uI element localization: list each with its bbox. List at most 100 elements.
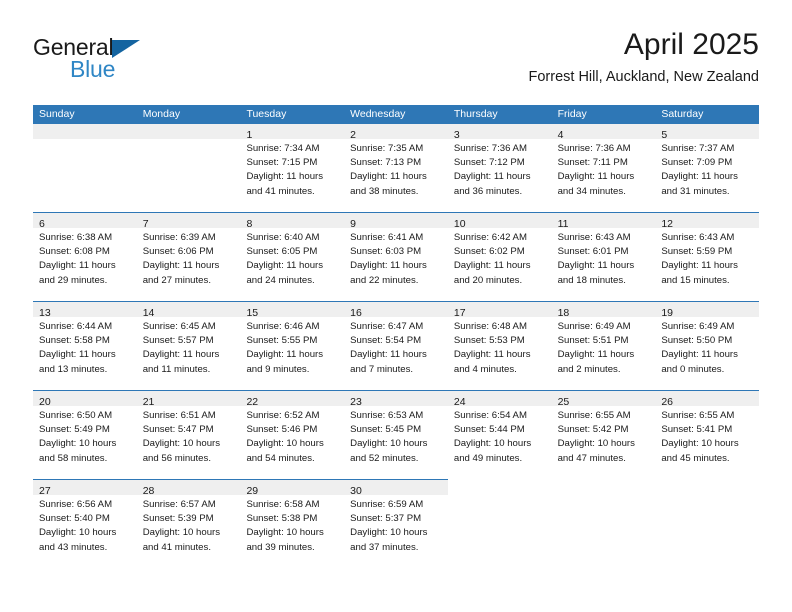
general-blue-logo[interactable]: General Blue [33, 34, 243, 90]
calendar-day-cell[interactable]: 22 Sunrise: 6:52 AM Sunset: 5:46 PM Dayligh… [240, 391, 345, 479]
calendar-week-row: 13 Sunrise: 6:44 AM Sunset: 5:58 PM Dayligh… [33, 301, 760, 390]
calendar-day-cell[interactable]: 3 Sunrise: 7:36 AM Sunset: 7:12 PM Daylight… [447, 124, 552, 212]
calendar-day-cell[interactable]: 18 Sunrise: 6:49 AM Sunset: 5:51 PM Dayligh… [551, 302, 656, 390]
sunrise-text: Sunrise: 6:44 AM [39, 321, 113, 332]
daylight-text-hours: Daylight: 10 hours [246, 527, 324, 539]
day-number-band: 19 [655, 302, 760, 319]
calendar-day-cell[interactable]: 1 Sunrise: 7:34 AM Sunset: 7:15 PM Daylight… [240, 124, 345, 212]
daylight-text-minutes: and 34 minutes. [557, 185, 626, 197]
calendar-day-cell[interactable]: 23 Sunrise: 6:53 AM Sunset: 5:45 PM Dayligh… [344, 391, 448, 479]
daylight-text-minutes: and 45 minutes. [661, 452, 730, 464]
sunset-text: Sunset: 5:58 PM [39, 335, 110, 347]
calendar-day-cell[interactable]: 28 Sunrise: 6:57 AM Sunset: 5:39 PM Dayligh… [136, 480, 241, 568]
daylight-text-minutes: and 31 minutes. [661, 185, 730, 197]
calendar-day-cell[interactable]: 10 Sunrise: 6:42 AM Sunset: 6:02 PM Dayligh… [447, 213, 552, 301]
calendar-day-cell[interactable]: 24 Sunrise: 6:54 AM Sunset: 5:44 PM Dayligh… [447, 391, 552, 479]
calendar-day-cell[interactable]: 27 Sunrise: 6:56 AM Sunset: 5:40 PM Dayligh… [33, 480, 137, 568]
calendar-day-cell[interactable]: 8 Sunrise: 6:40 AM Sunset: 6:05 PM Daylight… [240, 213, 345, 301]
sunrise-text: Sunrise: 6:55 AM [661, 410, 735, 421]
daylight-text-hours: Daylight: 11 hours [453, 171, 531, 183]
day-number-band: 12 [655, 213, 760, 230]
daylight-text-hours: Daylight: 11 hours [246, 349, 324, 361]
sunset-text: Sunset: 5:44 PM [453, 424, 525, 436]
sunrise-text: Sunrise: 6:43 AM [661, 232, 735, 243]
sunset-text: Sunset: 5:53 PM [453, 335, 525, 347]
day-number: 9 [350, 218, 356, 230]
calendar-day-cell[interactable]: 29 Sunrise: 6:58 AM Sunset: 5:38 PM Dayligh… [240, 480, 345, 568]
sunset-text: Sunset: 5:37 PM [350, 513, 422, 525]
calendar-day-cell[interactable]: 5 Sunrise: 7:37 AM Sunset: 7:09 PM Daylight… [655, 124, 760, 212]
calendar-day-cell[interactable]: 21 Sunrise: 6:51 AM Sunset: 5:47 PM Dayligh… [136, 391, 241, 479]
calendar-day-cell[interactable]: 6 Sunrise: 6:38 AM Sunset: 6:08 PM Daylight… [33, 213, 137, 301]
calendar-day-cell[interactable]: 25 Sunrise: 6:55 AM Sunset: 5:42 PM Dayligh… [551, 391, 656, 479]
sunrise-text: Sunrise: 7:36 AM [557, 143, 631, 154]
daylight-text-minutes: and 49 minutes. [453, 452, 523, 464]
sunrise-text: Sunrise: 6:43 AM [557, 232, 631, 243]
calendar-day-cell[interactable]: 13 Sunrise: 6:44 AM Sunset: 5:58 PM Dayligh… [33, 302, 137, 390]
sunrise-text: Sunrise: 6:42 AM [453, 232, 527, 243]
day-number-band: 10 [447, 213, 552, 230]
daylight-text-hours: Daylight: 11 hours [246, 171, 324, 183]
calendar-day-cell-empty [551, 478, 656, 568]
sunset-text: Sunset: 6:05 PM [246, 246, 318, 258]
calendar-day-cell[interactable]: 14 Sunrise: 6:45 AM Sunset: 5:57 PM Dayligh… [136, 302, 241, 390]
calendar-page: General Blue April 2025 Forrest Hill, Au… [0, 0, 792, 612]
sunset-text: Sunset: 5:47 PM [142, 424, 214, 436]
sunrise-text: Sunrise: 7:36 AM [453, 143, 527, 154]
day-number-band: 25 [551, 391, 656, 408]
day-number-band: 6 [33, 213, 137, 230]
calendar-day-cell[interactable]: 16 Sunrise: 6:47 AM Sunset: 5:54 PM Dayligh… [344, 302, 448, 390]
daylight-text-hours: Daylight: 11 hours [661, 171, 738, 183]
daylight-text-hours: Daylight: 11 hours [557, 260, 635, 272]
day-details: Sunrise: 6:42 AM Sunset: 6:02 PM Daylight:… [448, 228, 552, 288]
day-details: Sunrise: 6:51 AM Sunset: 5:47 PM Daylight:… [137, 406, 241, 466]
page-subtitle: Forrest Hill, Auckland, New Zealand [528, 69, 760, 85]
daylight-text-hours: Daylight: 11 hours [661, 260, 738, 272]
day-details: Sunrise: 6:55 AM Sunset: 5:41 PM Daylight:… [655, 406, 759, 466]
calendar-day-cell[interactable]: 15 Sunrise: 6:46 AM Sunset: 5:55 PM Dayligh… [240, 302, 345, 390]
calendar-day-cell[interactable]: 19 Sunrise: 6:49 AM Sunset: 5:50 PM Dayligh… [655, 302, 760, 390]
calendar-day-cell[interactable]: 2 Sunrise: 7:35 AM Sunset: 7:13 PM Daylight… [344, 124, 448, 212]
logo-triangle-icon [112, 40, 141, 58]
calendar-day-cell[interactable]: 4 Sunrise: 7:36 AM Sunset: 7:11 PM Daylight… [551, 124, 656, 212]
sunset-text: Sunset: 5:39 PM [142, 513, 214, 525]
sunset-text: Sunset: 7:09 PM [661, 157, 733, 169]
sunset-text: Sunset: 7:11 PM [557, 157, 628, 169]
sunset-text: Sunset: 5:46 PM [246, 424, 318, 436]
day-details: Sunrise: 7:34 AM Sunset: 7:15 PM Daylight:… [240, 139, 344, 199]
calendar-day-cell-empty [447, 478, 552, 568]
daylight-text-minutes: and 54 minutes. [246, 452, 315, 464]
calendar-day-cell[interactable]: 20 Sunrise: 6:50 AM Sunset: 5:49 PM Dayligh… [33, 391, 137, 479]
daylight-text-hours: Daylight: 11 hours [350, 349, 427, 361]
daylight-text-minutes: and 0 minutes. [661, 363, 725, 375]
calendar-day-cell[interactable]: 17 Sunrise: 6:48 AM Sunset: 5:53 PM Dayligh… [447, 302, 552, 390]
day-number-band: 18 [551, 302, 656, 319]
day-number: 26 [661, 396, 673, 408]
daylight-text-minutes: and 43 minutes. [39, 541, 108, 553]
daylight-text-minutes: and 36 minutes. [453, 185, 523, 197]
calendar-day-cell[interactable]: 26 Sunrise: 6:55 AM Sunset: 5:41 PM Dayligh… [655, 391, 760, 479]
calendar-day-cell[interactable]: 30 Sunrise: 6:59 AM Sunset: 5:37 PM Dayligh… [344, 480, 448, 568]
day-details: Sunrise: 6:39 AM Sunset: 6:06 PM Daylight:… [137, 228, 241, 288]
daylight-text-hours: Daylight: 10 hours [350, 438, 428, 450]
day-number-band: 16 [344, 302, 448, 319]
day-number: 25 [557, 396, 570, 408]
day-details: Sunrise: 6:43 AM Sunset: 5:59 PM Daylight:… [655, 228, 759, 288]
daylight-text-minutes: and 52 minutes. [350, 452, 419, 464]
day-number-band: 4 [551, 124, 656, 141]
day-number: 11 [557, 218, 569, 230]
daylight-text-minutes: and 24 minutes. [246, 274, 315, 286]
day-number: 21 [142, 396, 155, 408]
day-details: Sunrise: 7:36 AM Sunset: 7:11 PM Daylight:… [552, 139, 656, 199]
sunrise-text: Sunrise: 6:54 AM [453, 410, 527, 421]
daylight-text-minutes: and 7 minutes. [350, 363, 414, 375]
calendar-weeks: 1 Sunrise: 7:34 AM Sunset: 7:15 PM Daylight… [33, 124, 760, 568]
day-number: 27 [39, 485, 51, 497]
daylight-text-minutes: and 11 minutes. [142, 363, 211, 375]
calendar-day-cell[interactable]: 9 Sunrise: 6:41 AM Sunset: 6:03 PM Daylight… [344, 213, 448, 301]
day-number-band: 24 [447, 391, 552, 408]
sunrise-text: Sunrise: 6:48 AM [453, 321, 527, 332]
calendar-day-cell[interactable]: 11 Sunrise: 6:43 AM Sunset: 6:01 PM Dayligh… [551, 213, 656, 301]
calendar-day-cell[interactable]: 12 Sunrise: 6:43 AM Sunset: 5:59 PM Dayligh… [655, 213, 760, 301]
calendar-day-cell[interactable]: 7 Sunrise: 6:39 AM Sunset: 6:06 PM Daylight… [136, 213, 241, 301]
